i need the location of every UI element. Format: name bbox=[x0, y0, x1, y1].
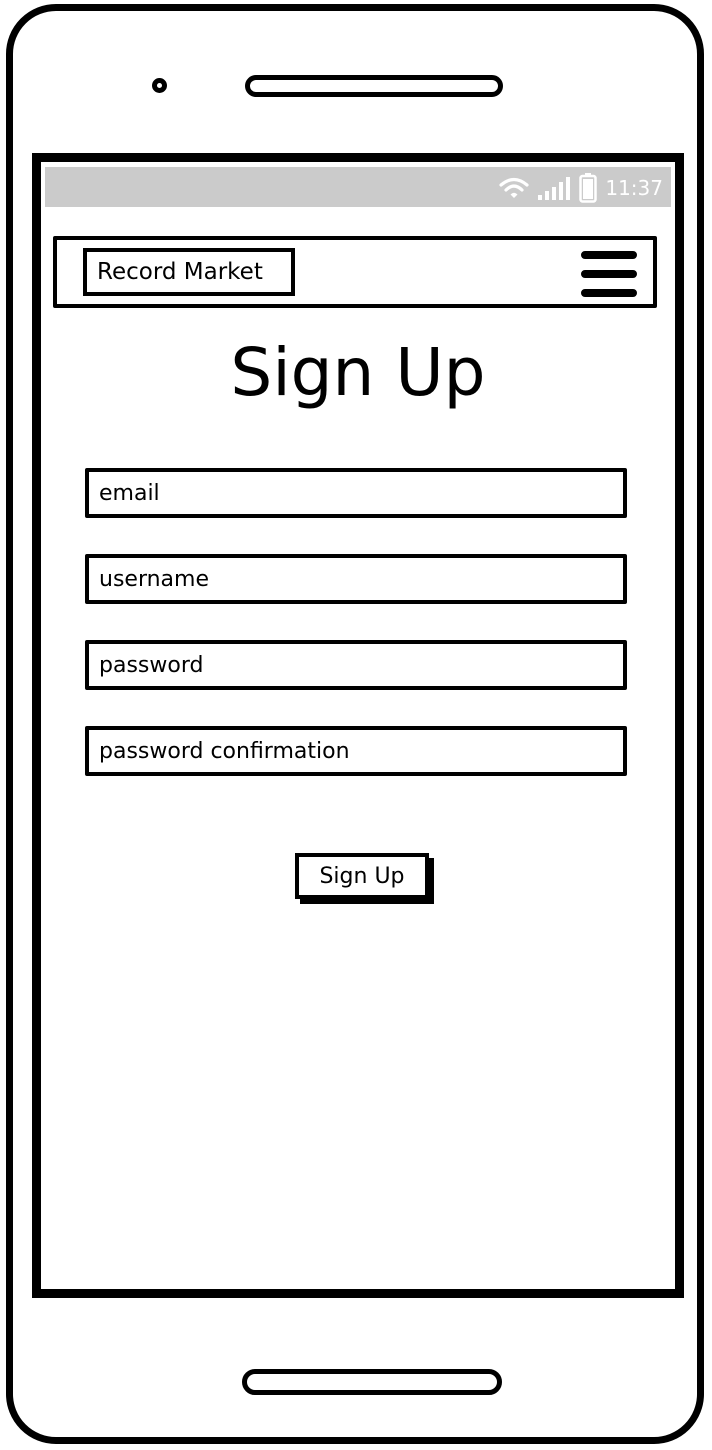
username-field[interactable] bbox=[85, 554, 627, 604]
page-title: Sign Up bbox=[230, 334, 486, 411]
password-field[interactable] bbox=[85, 640, 627, 690]
bottom-speaker bbox=[242, 1369, 502, 1395]
phone-screen: 11:37 Record Market Sign Up Sign Up bbox=[32, 153, 684, 1298]
status-time: 11:37 bbox=[605, 176, 663, 200]
password-confirmation-field[interactable] bbox=[85, 726, 627, 776]
status-bar: 11:37 bbox=[45, 167, 671, 207]
email-field[interactable] bbox=[85, 468, 627, 518]
battery-icon bbox=[579, 173, 598, 203]
front-camera bbox=[152, 78, 167, 93]
status-icons: 11:37 bbox=[499, 173, 663, 203]
signal-icon bbox=[538, 177, 571, 200]
brand-button[interactable]: Record Market bbox=[83, 248, 295, 296]
wifi-icon bbox=[499, 177, 529, 198]
navbar: Record Market bbox=[53, 236, 657, 308]
earpiece-speaker bbox=[245, 75, 503, 97]
sign-up-button[interactable]: Sign Up bbox=[295, 853, 429, 899]
hamburger-menu-icon[interactable] bbox=[581, 251, 637, 297]
